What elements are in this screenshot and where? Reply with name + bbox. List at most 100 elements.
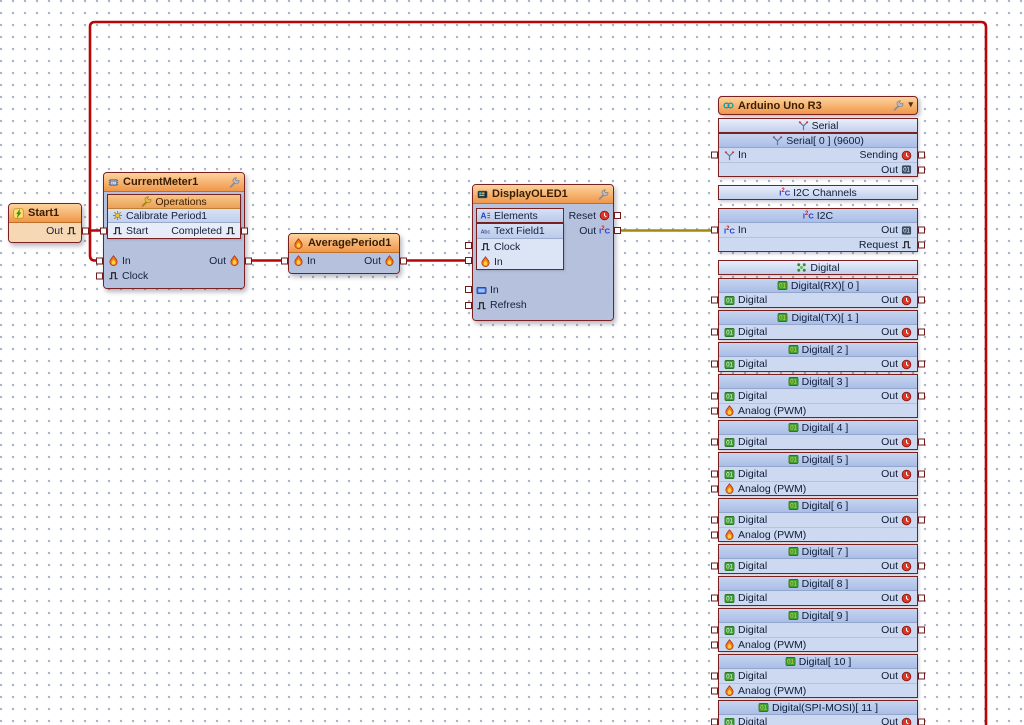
- left-pin[interactable]: [711, 718, 718, 725]
- flame-icon: [230, 255, 239, 266]
- left-pin[interactable]: [711, 360, 718, 368]
- left-pin[interactable]: [711, 594, 718, 602]
- left-pin[interactable]: [711, 296, 718, 304]
- arduino-pin-row: Analog (PWM): [711, 683, 917, 697]
- in-label: In: [122, 254, 131, 267]
- start1-header[interactable]: Start1: [9, 204, 81, 223]
- digitalgreen-icon: 01: [724, 327, 735, 337]
- left-pin[interactable]: [711, 226, 718, 234]
- right-pin[interactable]: [918, 296, 925, 304]
- display-in-pin[interactable]: [465, 286, 472, 293]
- arduino-header[interactable]: Arduino Uno R3 ▾: [718, 96, 918, 115]
- block-averageperiod1[interactable]: AveragePeriod1 In Out: [281, 233, 407, 274]
- left-pin[interactable]: [711, 641, 718, 648]
- right-pin[interactable]: [918, 626, 925, 634]
- block-start1[interactable]: Start1 Out: [8, 203, 89, 243]
- operations-subblock[interactable]: Operations Calibrate Period1 Start Compl…: [100, 194, 248, 239]
- right-pin[interactable]: [918, 226, 925, 234]
- pin-label: Out: [881, 358, 898, 370]
- right-pin[interactable]: [918, 241, 925, 248]
- left-pin[interactable]: [711, 392, 718, 400]
- out-pin[interactable]: [400, 257, 407, 264]
- flame-icon: [725, 639, 734, 650]
- right-pin[interactable]: [918, 562, 925, 570]
- clock-pin[interactable]: [465, 242, 472, 249]
- completed-pin[interactable]: [241, 227, 248, 234]
- left-pin[interactable]: [711, 328, 718, 336]
- left-pin[interactable]: [711, 438, 718, 446]
- digitalpin-icon: 01: [788, 579, 799, 588]
- svg-text:01: 01: [726, 720, 733, 725]
- pin-label: Out: [881, 624, 898, 636]
- block-displayoled1[interactable]: DisplayOLED1 A Elements Reset Out I2C Ab…: [465, 184, 621, 321]
- digitalgreen-icon: 01: [724, 515, 735, 525]
- left-pin[interactable]: [711, 485, 718, 492]
- digitalpin-icon: 01: [788, 377, 799, 386]
- reset-row: Reset: [569, 208, 610, 223]
- block-currentmeter1[interactable]: 742 CurrentMeter1 Operations Calibrate P…: [96, 172, 252, 289]
- svg-text:01: 01: [790, 614, 797, 620]
- left-pin[interactable]: [711, 672, 718, 680]
- arduino-section-banner: Digital: [718, 260, 918, 275]
- clock-pin[interactable]: [96, 272, 103, 279]
- svg-text:742: 742: [111, 180, 116, 184]
- row-label: Serial: [811, 119, 839, 132]
- out-pin[interactable]: [245, 257, 252, 264]
- block-arduino-uno-r3[interactable]: Arduino Uno R3 ▾ Serial Serial[ 0 ] (9600…: [711, 96, 925, 725]
- elements-banner[interactable]: A Elements: [476, 208, 564, 223]
- right-pin[interactable]: [918, 328, 925, 336]
- left-pin[interactable]: [711, 470, 718, 478]
- right-pin[interactable]: [918, 166, 925, 173]
- text-field-subblock[interactable]: Abc Text Field1 Clock In: [476, 223, 564, 270]
- start-out-pin[interactable]: [82, 227, 89, 234]
- refresh-pin[interactable]: [465, 302, 472, 309]
- dropdown-icon[interactable]: ▾: [908, 100, 913, 111]
- in-pin[interactable]: [96, 257, 103, 264]
- in-pin[interactable]: [281, 257, 288, 264]
- left-pin[interactable]: [711, 516, 718, 524]
- start-pin[interactable]: [100, 227, 107, 234]
- arduino-pin-row: 01 Digital Out: [711, 357, 925, 371]
- right-pin[interactable]: [918, 151, 925, 159]
- displayoled-header[interactable]: DisplayOLED1: [473, 185, 613, 204]
- digitalgreen-icon: 01: [724, 295, 735, 305]
- right-pin[interactable]: [918, 438, 925, 446]
- svg-text:01: 01: [726, 472, 733, 478]
- right-pin[interactable]: [918, 718, 925, 725]
- operations-banner[interactable]: Operations: [108, 195, 240, 209]
- arduino-channel-header: 01 Digital[ 2 ]: [719, 343, 917, 357]
- i2c-out-pin[interactable]: [614, 227, 621, 234]
- left-pin[interactable]: [711, 562, 718, 570]
- left-pin[interactable]: [711, 531, 718, 538]
- row-label: Digital[ 5 ]: [801, 453, 849, 466]
- right-pin[interactable]: [918, 672, 925, 680]
- calibrate-row[interactable]: Calibrate Period1: [108, 209, 240, 223]
- averageperiod-header[interactable]: AveragePeriod1: [289, 234, 399, 253]
- left-pin[interactable]: [711, 626, 718, 634]
- currentmeter-body: Operations Calibrate Period1 Start Compl…: [96, 194, 252, 288]
- text-field-row[interactable]: Abc Text Field1: [477, 224, 563, 239]
- right-pin[interactable]: [918, 392, 925, 400]
- digitalbanner-icon: [797, 263, 807, 272]
- pin-label: Digital: [738, 436, 768, 448]
- diagram-canvas[interactable]: Start1 Out 742 CurrentMeter1 Operations: [0, 0, 1024, 725]
- calibrate-label: Calibrate Period1: [126, 209, 208, 222]
- left-pin[interactable]: [711, 407, 718, 414]
- flame-icon: [725, 685, 734, 696]
- reset-label: Reset: [568, 209, 596, 222]
- in-pin[interactable]: [465, 257, 472, 264]
- currentmeter-header[interactable]: 742 CurrentMeter1: [104, 173, 244, 192]
- reset-pin[interactable]: [614, 212, 621, 219]
- arduino-banner-row: Digital: [719, 261, 917, 274]
- left-pin[interactable]: [711, 687, 718, 694]
- right-pin[interactable]: [918, 470, 925, 478]
- clockred-icon: [901, 469, 912, 479]
- pulse-icon: [113, 227, 122, 235]
- left-pin[interactable]: [711, 151, 718, 159]
- serial-icon: [773, 136, 783, 146]
- row-label: Digital(RX)[ 0 ]: [790, 279, 860, 292]
- right-pin[interactable]: [918, 360, 925, 368]
- right-pin[interactable]: [918, 594, 925, 602]
- right-pin[interactable]: [918, 516, 925, 524]
- serial-icon: [798, 121, 808, 131]
